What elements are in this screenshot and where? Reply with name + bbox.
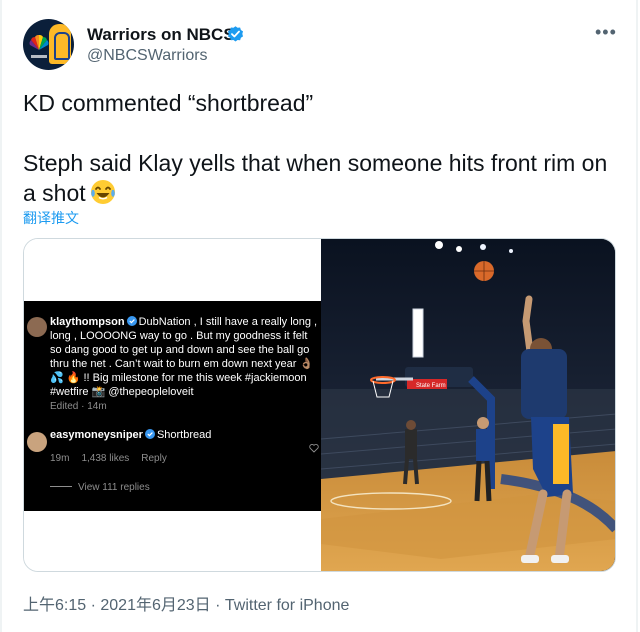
tweet-timestamp-footer: 上午6:15 · 2021年6月23日 · Twitter for iPhone bbox=[23, 591, 349, 615]
tweet-line-3-text: a shot bbox=[23, 180, 86, 206]
tweet-date[interactable]: 2021年6月23日 bbox=[100, 597, 210, 614]
instagram-post-user: klaythompson bbox=[50, 316, 125, 328]
instagram-view-replies: View 111 replies bbox=[50, 482, 150, 493]
state-farm-sign: State Farm bbox=[416, 383, 446, 389]
instagram-reply-action: Reply bbox=[141, 453, 167, 464]
instagram-reply-meta: 19m 1,438 likes Reply bbox=[50, 453, 179, 464]
instagram-reply-likes: 1,438 likes bbox=[81, 453, 130, 464]
instagram-reply-user: easymoneysniper bbox=[50, 429, 143, 441]
court-photo-image[interactable]: State Farm bbox=[321, 239, 615, 571]
instagram-reply-time: 19m bbox=[50, 453, 70, 464]
klay-avatar bbox=[27, 317, 47, 337]
verified-badge-icon bbox=[227, 26, 244, 42]
tweet-line-3: a shot bbox=[23, 178, 623, 208]
instagram-reply-text: Shortbread bbox=[156, 429, 212, 441]
author-avatar[interactable] bbox=[23, 19, 74, 70]
author-handle[interactable]: @NBCSWarriors bbox=[87, 47, 208, 65]
nbc-peacock-icon bbox=[29, 34, 49, 50]
author-display-name[interactable]: Warriors on NBCS bbox=[87, 25, 235, 45]
timeline-border-left bbox=[0, 0, 2, 632]
tweet-line-1: KD commented “shortbread” bbox=[23, 90, 314, 116]
instagram-comment-card: klaythompson DubNation , I still have a r… bbox=[24, 301, 321, 511]
instagram-screenshot-image[interactable]: klaythompson DubNation , I still have a r… bbox=[24, 239, 321, 571]
instagram-reply: easymoneysniper Shortbread bbox=[50, 429, 211, 441]
footer-separator: · bbox=[86, 597, 101, 614]
instagram-verified-icon bbox=[144, 429, 155, 439]
avatar-caption-strip bbox=[31, 55, 47, 58]
timeline-border-right bbox=[636, 0, 638, 632]
media-grid: klaythompson DubNation , I still have a r… bbox=[23, 238, 616, 572]
heart-icon bbox=[309, 444, 319, 453]
tweet-line-2: Steph said Klay yells that when someone … bbox=[23, 150, 608, 176]
tweet-text: KD commented “shortbread” Steph said Kla… bbox=[23, 88, 623, 208]
tweet-time[interactable]: 上午6:15 bbox=[23, 597, 86, 614]
instagram-post-meta: Edited · 14m bbox=[50, 401, 107, 412]
instagram-verified-icon bbox=[126, 316, 137, 326]
instagram-post-caption: klaythompson DubNation , I still have a r… bbox=[50, 315, 320, 399]
translate-tweet-link[interactable]: 翻译推文 bbox=[23, 208, 79, 228]
footer-separator: · bbox=[210, 597, 225, 614]
laughing-crying-emoji-icon bbox=[90, 180, 115, 204]
instagram-post-text: DubNation , I still have a really long ,… bbox=[50, 316, 318, 398]
more-options-icon[interactable]: ••• bbox=[595, 23, 617, 41]
warriors-bridge-icon bbox=[49, 24, 71, 64]
tweet-source-link[interactable]: Twitter for iPhone bbox=[225, 597, 350, 614]
basketball-court-photo-icon: State Farm bbox=[321, 239, 615, 571]
kd-avatar bbox=[27, 432, 47, 452]
